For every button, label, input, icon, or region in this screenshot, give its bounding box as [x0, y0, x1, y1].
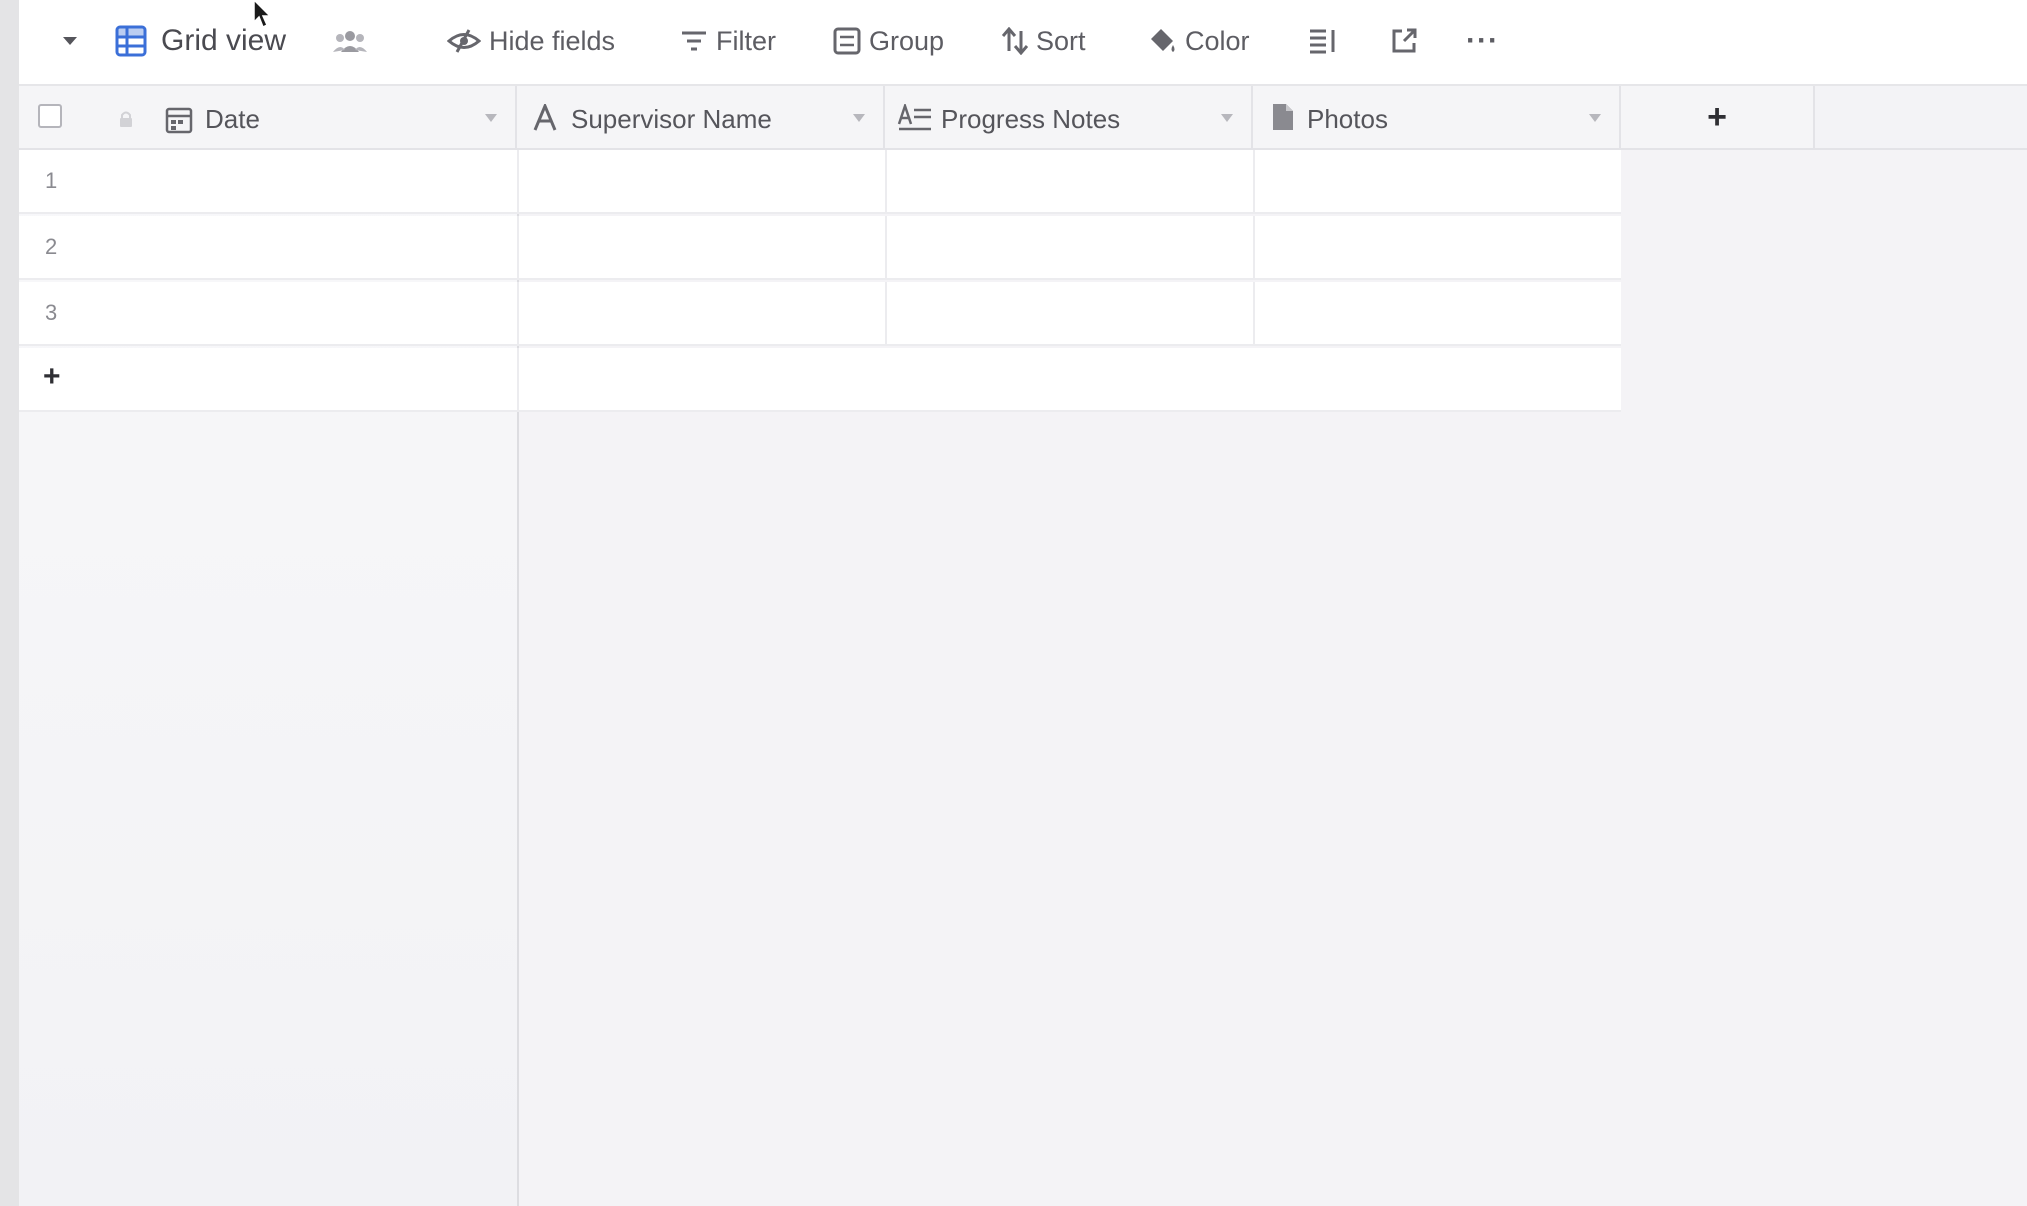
plus-icon: + — [1707, 97, 1727, 136]
column-header-photos[interactable]: Photos — [1253, 86, 1621, 150]
sort-button[interactable]: Sort — [1002, 0, 1086, 82]
more-options-button[interactable]: ··· — [1466, 0, 1499, 82]
filter-label: Filter — [716, 25, 776, 56]
cell-divider — [517, 282, 519, 346]
color-label: Color — [1185, 25, 1250, 56]
hide-fields-label: Hide fields — [489, 25, 616, 56]
header-filler — [1815, 86, 2027, 150]
hide-fields-button[interactable]: Hide fields — [447, 0, 615, 82]
cell-divider — [1253, 150, 1255, 214]
chevron-down-icon[interactable] — [1221, 114, 1233, 122]
cell-divider — [885, 150, 887, 214]
view-toolbar: Grid view Hide fields Filter Group Sort … — [19, 0, 2027, 86]
row-number: 2 — [45, 234, 58, 259]
chevron-down-icon[interactable] — [1589, 114, 1601, 122]
chevron-down-icon[interactable] — [853, 114, 865, 122]
filter-button[interactable]: Filter — [680, 0, 776, 82]
attachment-icon — [1273, 104, 1293, 130]
group-label: Group — [869, 25, 945, 56]
long-text-icon — [897, 104, 931, 131]
mouse-pointer-icon — [253, 0, 272, 29]
column-title: Supervisor Name — [571, 104, 772, 134]
table-row[interactable]: 1 — [19, 150, 1621, 214]
cell-divider — [517, 150, 519, 214]
text-icon — [533, 104, 557, 131]
app-window: Grid view Hide fields Filter Group Sort … — [0, 0, 2027, 1206]
color-button[interactable]: Color — [1147, 0, 1250, 82]
column-header-date[interactable]: Date — [19, 86, 517, 150]
calendar-icon — [165, 107, 193, 134]
table-row[interactable]: 2 — [19, 216, 1621, 280]
column-title: Photos — [1307, 104, 1388, 134]
share-view-button[interactable] — [1390, 0, 1418, 82]
row-height-button[interactable] — [1308, 0, 1338, 82]
column-title: Date — [205, 104, 260, 134]
row-number: 3 — [45, 300, 58, 325]
select-all-checkbox[interactable] — [38, 104, 62, 128]
lock-icon — [120, 111, 132, 127]
column-title: Progress Notes — [941, 104, 1121, 134]
add-field-button[interactable]: + — [1621, 86, 1815, 150]
row-number: 1 — [45, 168, 58, 193]
plus-icon: + — [43, 360, 61, 393]
cell-divider — [885, 282, 887, 346]
row-height-icon — [1310, 29, 1335, 54]
people-icon — [333, 31, 367, 52]
paint-bucket-icon — [1151, 29, 1175, 52]
eye-slash-icon — [447, 29, 481, 53]
filter-icon — [682, 31, 706, 51]
grid-icon — [115, 25, 147, 57]
group-button[interactable]: Group — [833, 0, 944, 82]
column-header-supervisor-name[interactable]: Supervisor Name — [517, 86, 885, 150]
group-icon — [833, 27, 861, 55]
column-header-progress-notes[interactable]: Progress Notes — [885, 86, 1253, 150]
cell-divider — [517, 348, 519, 412]
cell-divider — [885, 216, 887, 280]
cell-divider — [1253, 282, 1255, 346]
share-icon — [1392, 28, 1417, 53]
chevron-down-icon[interactable] — [485, 114, 497, 122]
chevron-down-icon — [63, 37, 77, 45]
table-row[interactable]: 3 — [19, 282, 1621, 346]
cell-divider — [1253, 216, 1255, 280]
view-switcher-caret[interactable] — [61, 0, 79, 82]
collaborators-button[interactable] — [333, 0, 367, 82]
left-edge-strip — [0, 0, 19, 1206]
sort-icon — [1002, 27, 1028, 55]
add-row-button[interactable]: + — [19, 348, 1621, 412]
ellipsis-icon: ··· — [1466, 24, 1499, 57]
cell-divider — [517, 216, 519, 280]
sort-label: Sort — [1036, 25, 1086, 56]
